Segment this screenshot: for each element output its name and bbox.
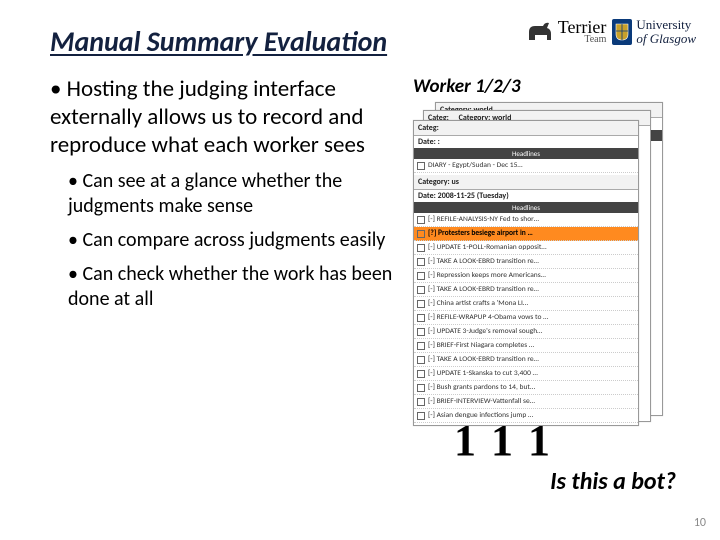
table-row: [-] TAKE A LOOK-EBRD transition re… — [414, 255, 638, 269]
page-number: 10 — [694, 516, 706, 530]
worker-panel-1: Categ: Date: : Headlines DIARY - Egypt/S… — [413, 120, 639, 426]
uog-text: University of Glasgow — [636, 18, 696, 45]
row-label: [-] REFILE-WRAPUP 4-Obama vows to … — [428, 313, 635, 322]
row-label: [-] TAKE A LOOK-EBRD transition re… — [428, 285, 635, 294]
checkbox-icon — [417, 342, 425, 350]
table-row: [-] Repression keeps more Americans… — [414, 269, 638, 283]
row-label: [-] UPDATE 1-Skanska to cut 3,400 … — [428, 369, 635, 378]
body-columns: Hosting the judging interface externally… — [50, 75, 682, 430]
right-column: Worker 1/2/3 Category: world Date: : 200… — [409, 75, 667, 430]
checkbox-icon — [417, 230, 425, 238]
checkbox-icon — [417, 258, 425, 266]
checkbox-icon — [417, 356, 425, 364]
checkbox-icon — [417, 384, 425, 392]
pattern-overlay: 1 1 1 — [454, 415, 552, 466]
panel1-first-row: DIARY - Egypt/Sudan - Dec 15… — [414, 159, 638, 173]
row-label: [-] BRIEF-First Niagara completes … — [428, 341, 635, 350]
panel1-headlines-bar-2: Headlines — [414, 202, 638, 213]
row-label: [-] Bush grants pardons to 14, but… — [428, 383, 635, 392]
panel1-rows: [-] REFILE-ANALYSIS-NY Fed to shor… [?] P… — [414, 213, 638, 423]
row-label: [-] UPDATE 3-Judge's removal sough… — [428, 327, 635, 336]
table-row: [-] TAKE A LOOK-EBRD transition re… — [414, 353, 638, 367]
checkbox-icon — [417, 216, 425, 224]
checkbox-icon — [417, 412, 425, 420]
logo-block: Terrier Team University of Glasgow — [525, 18, 696, 45]
row-label: [-] Repression keeps more Americans… — [428, 271, 635, 280]
sub-bullet-2: Can compare across judgments easily — [68, 228, 395, 252]
checkbox-icon — [417, 328, 425, 336]
table-row: [-] REFILE-WRAPUP 4-Obama vows to … — [414, 311, 638, 325]
table-row: [-] BRIEF-First Niagara completes … — [414, 339, 638, 353]
table-row: [-] China artist crafts a 'Mona LI… — [414, 297, 638, 311]
checkbox-icon — [417, 398, 425, 406]
panel1-cat-prefix: Categ: — [418, 123, 439, 133]
checkbox-icon — [417, 162, 425, 170]
checkbox-icon — [417, 286, 425, 294]
row-label: [-] UPDATE 1-POLL-Romanian opposit… — [428, 243, 635, 252]
panel1-first-row-label: DIARY - Egypt/Sudan - Dec 15… — [428, 161, 635, 170]
terrier-text: Terrier Team — [558, 19, 607, 44]
checkbox-icon — [417, 370, 425, 378]
row-label: [-] BRIEF-INTERVIEW-Vattenfall se… — [428, 397, 635, 406]
row-label: [?] Protesters besiege airport in … — [428, 229, 635, 238]
row-label: [-] TAKE A LOOK-EBRD transition re… — [428, 355, 635, 364]
checkbox-icon — [417, 314, 425, 322]
panel1-headlines-bar-1: Headlines — [414, 148, 638, 159]
checkbox-icon — [417, 272, 425, 280]
table-row: [-] UPDATE 1-POLL-Romanian opposit… — [414, 241, 638, 255]
panel1-date-prefix: Date: : — [414, 136, 638, 148]
table-row: [-] UPDATE 3-Judge's removal sough… — [414, 325, 638, 339]
row-label: [-] REFILE-ANALYSIS-NY Fed to shor… — [428, 215, 635, 224]
row-label: [-] TAKE A LOOK-EBRD transition re… — [428, 257, 635, 266]
table-row: [?] Protesters besiege airport in … — [414, 227, 638, 241]
panel1-cat2: Category: us — [414, 175, 638, 190]
table-row: [-] BRIEF-INTERVIEW-Vattenfall se… — [414, 395, 638, 409]
panel1-date2: Date: 2008-11-25 (Tuesday) — [414, 190, 638, 202]
terrier-logo: Terrier Team — [525, 19, 607, 44]
sub-bullet-3: Can check whether the work has been done… — [68, 262, 395, 311]
panel-stack: Category: world Date: : 2008-12-15 (Mond… — [413, 102, 663, 430]
table-row: [-] Bush grants pardons to 14, but… — [414, 381, 638, 395]
main-bullet: Hosting the judging interface externally… — [50, 75, 395, 159]
panel1-header: Categ: — [414, 121, 638, 136]
worker-label: Worker 1/2/3 — [413, 75, 667, 98]
uog-line2: of Glasgow — [636, 31, 696, 46]
table-row: [-] UPDATE 1-Skanska to cut 3,400 … — [414, 367, 638, 381]
table-row: [-] TAKE A LOOK-EBRD transition re… — [414, 283, 638, 297]
table-row: [-] REFILE-ANALYSIS-NY Fed to shor… — [414, 213, 638, 227]
uog-logo: University of Glasgow — [612, 18, 696, 45]
checkbox-icon — [417, 244, 425, 252]
bot-question: Is this a bot? — [550, 467, 676, 496]
terrier-dog-icon — [525, 20, 555, 44]
sub-bullet-1: Can see at a glance whether the judgment… — [68, 169, 395, 218]
uog-crest-icon — [612, 19, 632, 45]
slide: Terrier Team University of Glasgow Manua… — [0, 0, 720, 540]
left-column: Hosting the judging interface externally… — [50, 75, 395, 430]
checkbox-icon — [417, 300, 425, 308]
row-label: [-] China artist crafts a 'Mona LI… — [428, 299, 635, 308]
